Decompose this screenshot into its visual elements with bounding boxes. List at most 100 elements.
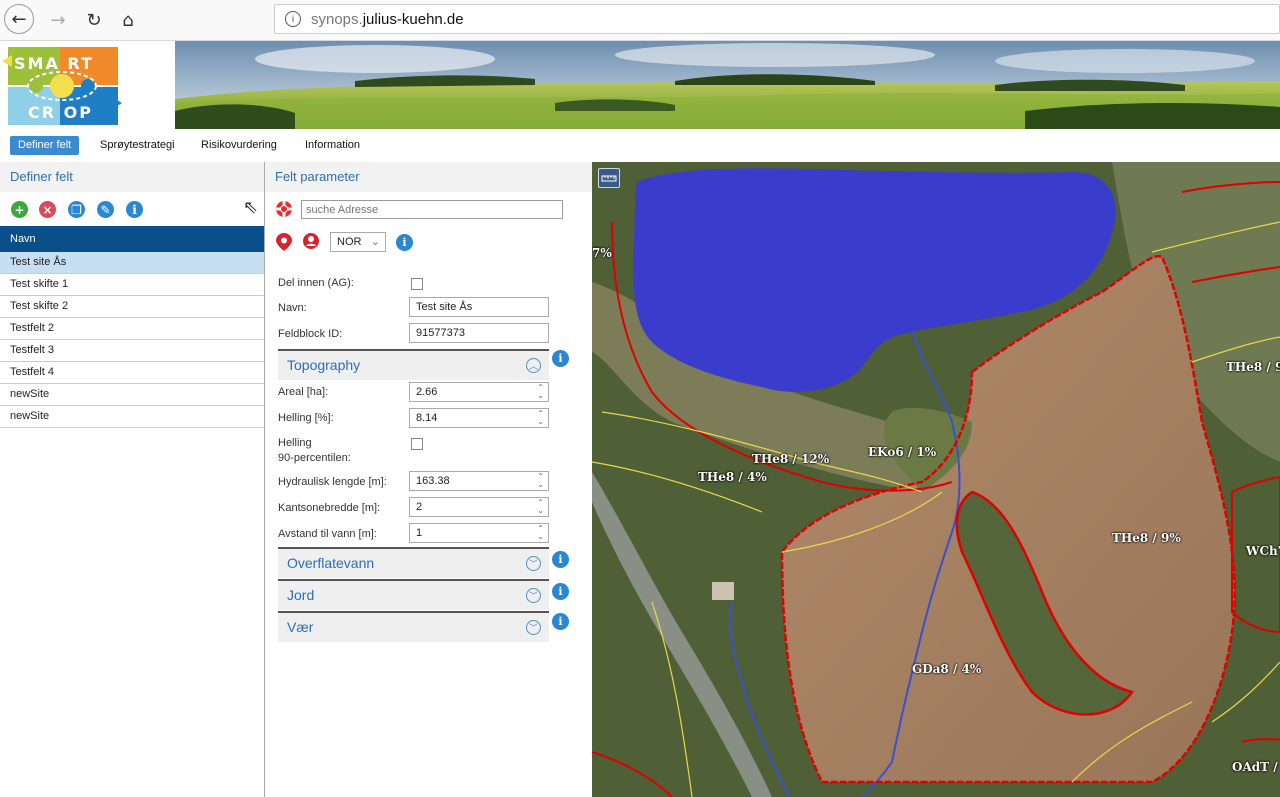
browser-toolbar: ← → ↻ ⌂ i synops.julius-kuehn.de [0, 0, 1280, 41]
back-arrow-icon[interactable]: ← [4, 4, 34, 34]
helling90-label-a: Helling [278, 437, 312, 449]
overflatevann-title: Overflatevann [287, 555, 375, 571]
list-item[interactable]: Test site Ås [0, 252, 264, 274]
areal-value: 2.66 [416, 386, 438, 398]
map-canvas[interactable] [592, 162, 1280, 797]
list-item[interactable]: Testfelt 2 [0, 318, 264, 340]
list-item[interactable]: Testfelt 4 [0, 362, 264, 384]
site-info-icon[interactable]: i [285, 11, 301, 27]
menu-definer-felt[interactable]: Definer felt [10, 136, 80, 155]
left-panel-title: Definer felt [0, 162, 264, 192]
hydraulisk-label: Hydraulisk lengde [m]: [278, 476, 387, 488]
chevron-down-icon: ⌄ [370, 235, 380, 248]
soil-label: THe8 / 4% [698, 470, 767, 484]
delete-icon[interactable]: × [39, 201, 56, 218]
soil-label: WCh7 [1246, 544, 1280, 558]
kantsone-input[interactable]: 2 ⌃ ⌄ [409, 497, 549, 517]
soil-label: THe8 / 9% [1112, 531, 1181, 545]
helling90-checkbox[interactable] [411, 438, 423, 450]
areal-label: Areal [ha]: [278, 386, 329, 398]
info-icon[interactable]: i [552, 583, 569, 600]
list-item[interactable]: newSite [0, 406, 264, 428]
info-icon[interactable]: i [396, 234, 413, 251]
chevron-down-icon[interactable]: ﹀ [526, 588, 541, 603]
info-icon[interactable]: i [552, 350, 569, 367]
list-item[interactable]: Test skifte 1 [0, 274, 264, 296]
helling-input[interactable]: 8.14 ⌃ ⌄ [409, 408, 549, 428]
menu-sproytestrategi[interactable]: Sprøytestrategi [92, 136, 183, 155]
spinner-icon[interactable]: ⌃ ⌄ [537, 499, 544, 515]
navn-value: Test site Ås [416, 301, 473, 313]
overflatevann-section-header[interactable]: Overflatevann ﹀ [278, 547, 549, 578]
hydraulisk-input[interactable]: 163.38 ⌃ ⌄ [409, 471, 549, 491]
field-parameter-panel: Felt parameter NOR ⌄ i Del innen (AG): N… [265, 162, 592, 797]
topography-title: Topography [287, 357, 361, 373]
navn-field[interactable]: Test site Ås [409, 297, 549, 317]
kantsone-label: Kantsonebredde [m]: [278, 502, 381, 514]
soil-label: EKo6 / 1% [868, 445, 937, 459]
del-innen-checkbox[interactable] [411, 278, 423, 290]
info-icon[interactable]: i [552, 613, 569, 630]
topography-section-header[interactable]: Topography ︿ [278, 349, 549, 380]
jord-section-header[interactable]: Jord ﹀ [278, 579, 549, 610]
copy-icon[interactable]: ❐ [68, 201, 85, 218]
spinner-icon[interactable]: ⌃ ⌄ [537, 410, 544, 426]
soil-label: GDa8 / 4% [912, 662, 982, 676]
url-bar[interactable]: i synops.julius-kuehn.de [274, 4, 1280, 34]
lifebuoy-icon[interactable] [275, 200, 293, 218]
vaer-section-header[interactable]: Vær ﹀ [278, 611, 549, 642]
forward-arrow-icon[interactable]: → [42, 4, 74, 36]
avstand-label: Avstand til vann [m]: [278, 528, 377, 540]
del-innen-label: Del innen (AG): [278, 277, 354, 289]
soil-label: THe8 / 12% [752, 452, 830, 466]
location-row: NOR ⌄ i [275, 232, 575, 254]
info-icon[interactable]: i [552, 551, 569, 568]
chevron-up-icon[interactable]: ︿ [526, 358, 541, 373]
soil-label: THe8 / 9 [1226, 360, 1280, 374]
menu-risikovurdering[interactable]: Risikovurdering [193, 136, 285, 155]
main-menu: Definer felt Sprøytestrategi Risikovurde… [0, 129, 1280, 162]
home-icon[interactable]: ⌂ [112, 4, 144, 36]
edit-icon[interactable]: ✎ [97, 201, 114, 218]
list-item[interactable]: Test skifte 2 [0, 296, 264, 318]
reload-icon[interactable]: ↻ [78, 4, 110, 36]
menu-information[interactable]: Information [297, 136, 368, 155]
country-select[interactable]: NOR ⌄ [330, 232, 386, 252]
helling-label: Helling [%]: [278, 412, 334, 424]
add-icon[interactable]: + [11, 201, 28, 218]
url-text: synops.julius-kuehn.de [311, 10, 464, 28]
chevron-down-icon[interactable]: ﹀ [526, 620, 541, 635]
feldblock-label: Feldblock ID: [278, 328, 343, 340]
list-column-header[interactable]: Navn [0, 226, 264, 252]
kantsone-value: 2 [416, 501, 423, 513]
soil-label: 7% [592, 246, 612, 260]
avstand-input[interactable]: 1 ⌃ ⌄ [409, 523, 549, 543]
field-list-panel: Definer felt + × ❐ ✎ i ⇖ Navn Test site … [0, 162, 265, 797]
satellite-map[interactable]: THe8 / 12% EKo6 / 1% THe8 / 4% THe8 / 9%… [592, 162, 1280, 797]
site-banner: SMA RT CR OP [0, 41, 1280, 129]
measure-ruler-icon[interactable] [598, 168, 620, 188]
list-item[interactable]: newSite [0, 384, 264, 406]
jord-title: Jord [287, 587, 315, 603]
field-toolbar: + × ❐ ✎ i ⇖ [0, 192, 264, 226]
soil-label: OAdT / [1232, 760, 1278, 774]
feldblock-value: 91577373 [416, 327, 465, 339]
mouse-cursor-icon: ⇖ [243, 197, 259, 218]
avstand-value: 1 [416, 527, 423, 539]
chevron-down-icon[interactable]: ﹀ [526, 556, 541, 571]
map-pin-icon[interactable] [276, 233, 292, 251]
user-location-icon[interactable] [303, 233, 319, 251]
address-search-input[interactable] [301, 200, 563, 219]
info-icon[interactable]: i [126, 201, 143, 218]
country-select-value: NOR [337, 236, 362, 248]
list-item[interactable]: Testfelt 3 [0, 340, 264, 362]
vaer-title: Vær [287, 619, 314, 635]
spinner-icon[interactable]: ⌃ ⌄ [537, 473, 544, 489]
spinner-icon[interactable]: ⌃ ⌄ [537, 384, 544, 400]
spinner-icon[interactable]: ⌃ ⌄ [537, 525, 544, 541]
logo-text-top: SMA RT [14, 54, 94, 73]
areal-input[interactable]: 2.66 ⌃ ⌄ [409, 382, 549, 402]
feldblock-field[interactable]: 91577373 [409, 323, 549, 343]
mid-panel-title: Felt parameter [265, 162, 592, 192]
landscape-photo [175, 41, 1280, 129]
